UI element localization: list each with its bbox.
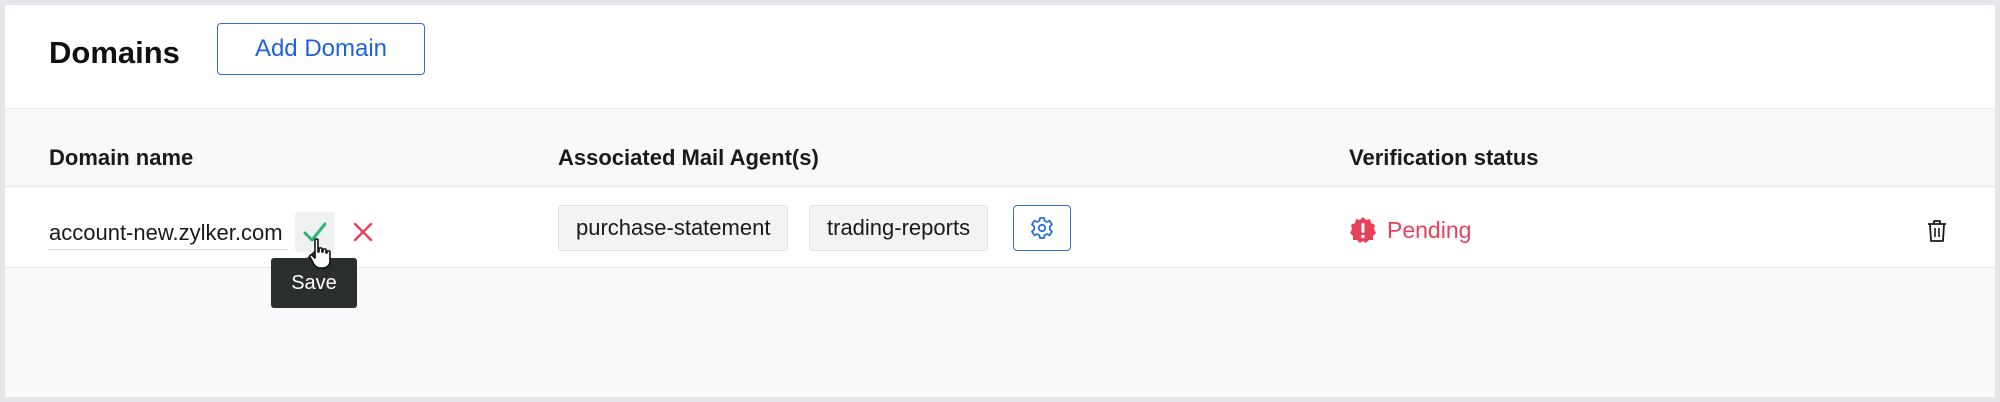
hand-pointer-cursor-icon <box>308 238 331 269</box>
close-icon <box>353 222 373 242</box>
cancel-edit-button[interactable] <box>345 212 381 252</box>
gear-icon <box>1031 217 1053 239</box>
domain-name-input[interactable]: account-new.zylker.com <box>49 217 287 250</box>
add-domain-button[interactable]: Add Domain <box>217 23 425 75</box>
verification-status: Pending <box>1349 213 1471 247</box>
mail-agent-chip: purchase-statement <box>558 205 789 251</box>
domains-panel: Domains Add Domain Domain name Associate… <box>5 5 1995 397</box>
status-label: Pending <box>1387 216 1472 243</box>
mail-agent-chip: trading-reports <box>809 205 989 251</box>
column-header-domain-name: Domain name <box>49 145 194 170</box>
column-header-mail-agents: Associated Mail Agent(s) <box>558 145 819 170</box>
delete-domain-button[interactable] <box>1917 211 1957 251</box>
page-header: Domains Add Domain <box>5 5 1995 109</box>
alert-badge-icon <box>1350 217 1376 243</box>
mail-agent-settings-button[interactable] <box>1013 205 1071 251</box>
column-header-verification-status: Verification status <box>1349 145 1539 170</box>
page-title: Domains <box>49 35 180 70</box>
trash-icon <box>1928 220 1946 242</box>
